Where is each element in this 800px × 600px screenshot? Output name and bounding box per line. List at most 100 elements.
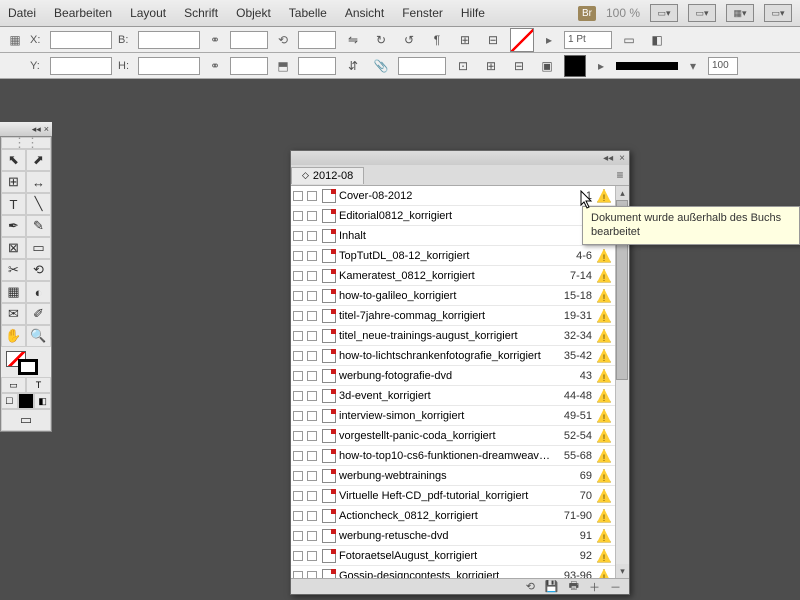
tools-collapse-icon[interactable]: ◂◂ <box>32 124 41 135</box>
book-row[interactable]: Virtuelle Heft-CD_pdf-tutorial_korrigier… <box>291 486 615 506</box>
sync-icon[interactable]: ⟲ <box>526 580 535 593</box>
flip-h-icon[interactable]: ⇋ <box>342 30 364 50</box>
warning-icon[interactable]: ! <box>597 309 611 323</box>
row-checkbox-1[interactable] <box>293 571 303 579</box>
attach-icon[interactable]: 📎 <box>370 56 392 76</box>
warning-icon[interactable]: ! <box>597 569 611 579</box>
warning-icon[interactable]: ! <box>597 509 611 523</box>
book-row[interactable]: how-to-galileo_korrigiert15-18! <box>291 286 615 306</box>
row-checkbox-2[interactable] <box>307 431 317 441</box>
w-field[interactable] <box>138 31 200 49</box>
stroke-style-dropdown-icon[interactable]: ▾ <box>684 57 702 75</box>
shear-field[interactable] <box>298 57 336 75</box>
row-checkbox-1[interactable] <box>293 331 303 341</box>
flip-v-icon[interactable]: ⇵ <box>342 56 364 76</box>
align-icon[interactable]: ⊞ <box>454 30 476 50</box>
warning-icon[interactable]: ! <box>597 349 611 363</box>
warning-icon[interactable]: ! <box>597 449 611 463</box>
constrain-2-icon[interactable]: ⚭ <box>206 57 224 75</box>
row-checkbox-2[interactable] <box>307 571 317 579</box>
warning-icon[interactable]: ! <box>597 269 611 283</box>
apply-none-icon[interactable]: ☐ <box>1 393 18 409</box>
zoom-level[interactable]: 100 % <box>606 6 640 20</box>
row-checkbox-1[interactable] <box>293 351 303 361</box>
rect-tool[interactable]: ▭ <box>26 237 51 259</box>
scale-x-field[interactable] <box>230 31 268 49</box>
row-checkbox-2[interactable] <box>307 351 317 361</box>
page-tool[interactable]: ⊞ <box>1 171 26 193</box>
distribute-icon[interactable]: ⊟ <box>482 30 504 50</box>
eyedropper-tool[interactable]: ✐ <box>26 303 51 325</box>
pencil-tool[interactable]: ✎ <box>26 215 51 237</box>
panel-close-icon[interactable]: × <box>619 153 625 164</box>
tint-field[interactable]: 100 <box>708 57 738 75</box>
view-options-icon[interactable]: ▭▾ <box>650 4 678 22</box>
book-row[interactable]: Actioncheck_0812_korrigiert71-90! <box>291 506 615 526</box>
row-checkbox-1[interactable] <box>293 451 303 461</box>
row-checkbox-1[interactable] <box>293 311 303 321</box>
row-checkbox-2[interactable] <box>307 251 317 261</box>
row-checkbox-1[interactable] <box>293 231 303 241</box>
line-tool[interactable]: ╲ <box>26 193 51 215</box>
warning-icon[interactable]: ! <box>597 489 611 503</box>
book-row[interactable]: werbung-webtrainings69! <box>291 466 615 486</box>
warning-icon[interactable]: ! <box>597 469 611 483</box>
menu-edit[interactable]: Bearbeiten <box>54 6 112 20</box>
scroll-up-icon[interactable]: ▴ <box>616 186 629 200</box>
row-checkbox-1[interactable] <box>293 551 303 561</box>
menu-view[interactable]: Ansicht <box>345 6 384 20</box>
book-row[interactable]: titel-7jahre-commag_korrigiert19-31! <box>291 306 615 326</box>
book-tab[interactable]: ◇ 2012-08 <box>291 167 364 184</box>
rotate-field[interactable] <box>298 31 336 49</box>
book-row[interactable]: how-to-top10-cs6-funktionen-dreamweaver_… <box>291 446 615 466</box>
screen-mode-icon[interactable]: ▭▾ <box>688 4 716 22</box>
warning-icon[interactable]: ! <box>597 369 611 383</box>
book-row[interactable]: werbung-retusche-dvd91! <box>291 526 615 546</box>
row-checkbox-1[interactable] <box>293 391 303 401</box>
row-checkbox-1[interactable] <box>293 511 303 521</box>
row-checkbox-1[interactable] <box>293 191 303 201</box>
warning-icon[interactable]: ! <box>597 389 611 403</box>
add-doc-icon[interactable]: ＋ <box>589 579 600 595</box>
apply-color-icon[interactable] <box>18 393 35 409</box>
fill-dropdown-icon[interactable]: ▸ <box>540 31 558 49</box>
pen-tool[interactable]: ✒ <box>1 215 26 237</box>
fill-stroke-control[interactable] <box>1 347 51 377</box>
book-row[interactable]: FotoraetselAugust_korrigiert92! <box>291 546 615 566</box>
panel-menu-icon[interactable]: ≡ <box>611 166 629 184</box>
row-checkbox-2[interactable] <box>307 191 317 201</box>
panel-collapse-icon[interactable]: ◂◂ <box>603 153 613 164</box>
bridge-button[interactable]: Br <box>578 6 596 21</box>
scale-y-field[interactable] <box>230 57 268 75</box>
menu-layout[interactable]: Layout <box>130 6 166 20</box>
shear-icon[interactable]: ⬒ <box>274 57 292 75</box>
book-row[interactable]: Gossip-designcontests_korrigiert93-96! <box>291 566 615 578</box>
row-checkbox-1[interactable] <box>293 271 303 281</box>
row-checkbox-2[interactable] <box>307 491 317 501</box>
paragraph-icon[interactable]: ¶ <box>426 30 448 50</box>
stroke-black-icon[interactable] <box>564 55 586 77</box>
gap-tool[interactable]: ↔ <box>26 171 51 193</box>
row-checkbox-2[interactable] <box>307 331 317 341</box>
book-row[interactable]: Inhalt3! <box>291 226 615 246</box>
scroll-down-icon[interactable]: ▾ <box>616 564 629 578</box>
y-field[interactable] <box>50 57 112 75</box>
warning-icon[interactable]: ! <box>597 329 611 343</box>
warning-icon[interactable]: ! <box>597 529 611 543</box>
row-checkbox-2[interactable] <box>307 371 317 381</box>
row-checkbox-2[interactable] <box>307 231 317 241</box>
gradient-feather-tool[interactable]: ◐ <box>26 281 51 303</box>
row-checkbox-2[interactable] <box>307 411 317 421</box>
book-row[interactable]: Editorial0812_korrigiert2! <box>291 206 615 226</box>
row-checkbox-2[interactable] <box>307 391 317 401</box>
menu-help[interactable]: Hilfe <box>461 6 485 20</box>
remove-doc-icon[interactable]: － <box>610 579 621 595</box>
row-checkbox-2[interactable] <box>307 531 317 541</box>
stroke-swatch[interactable] <box>18 359 38 375</box>
row-checkbox-1[interactable] <box>293 251 303 261</box>
menu-font[interactable]: Schrift <box>184 6 218 20</box>
screen-mode-normal[interactable]: ▭ <box>1 409 51 431</box>
opt3-icon[interactable]: ⊟ <box>508 56 530 76</box>
row-checkbox-2[interactable] <box>307 271 317 281</box>
stroke-dropdown-icon[interactable]: ▸ <box>592 57 610 75</box>
